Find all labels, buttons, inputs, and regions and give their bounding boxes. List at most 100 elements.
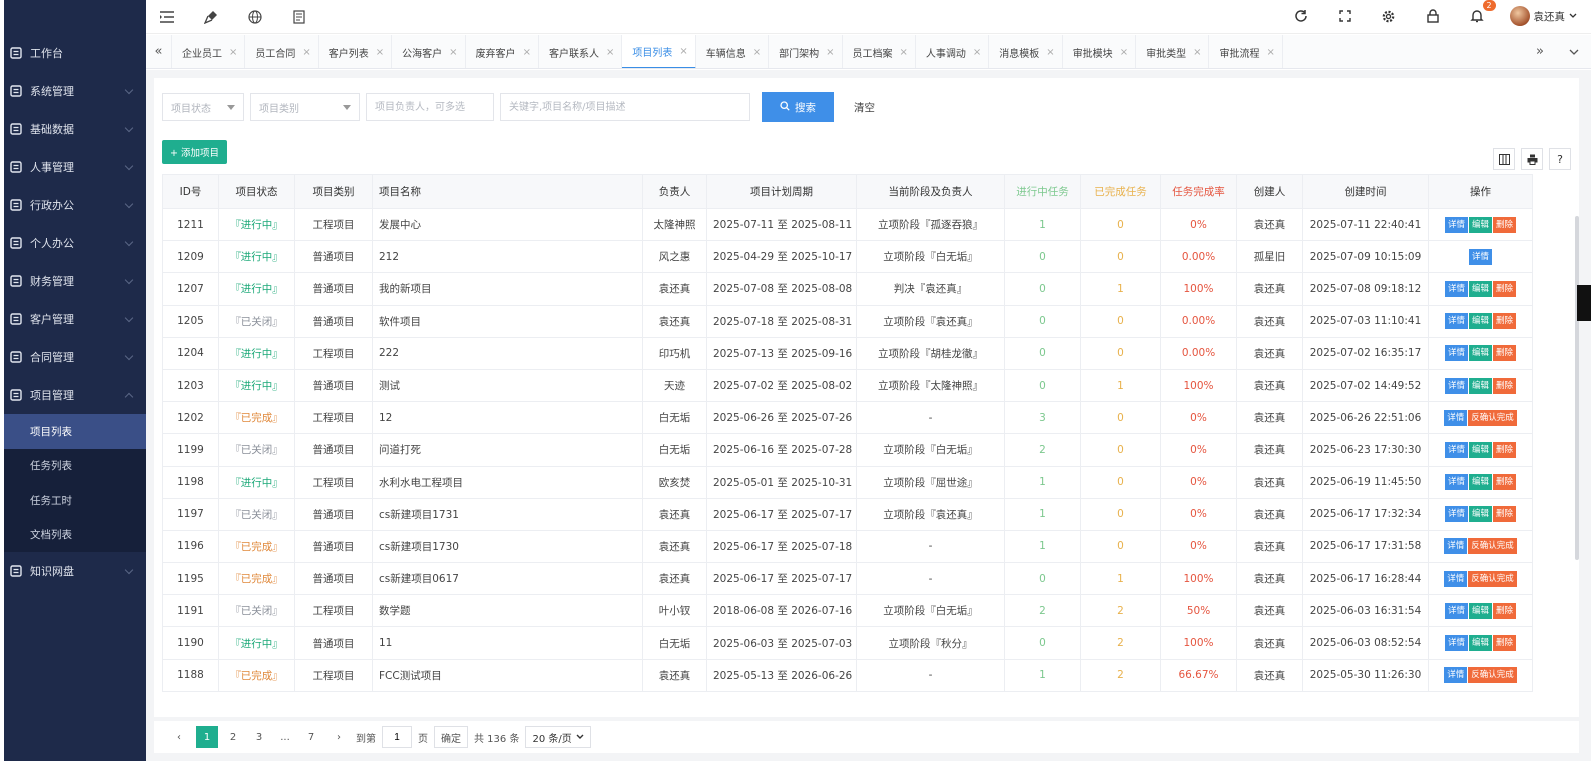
close-icon[interactable]: × — [376, 47, 384, 58]
table-header-cell[interactable]: 创建人 — [1236, 174, 1303, 209]
table-header-cell[interactable]: 项目类别 — [294, 174, 373, 209]
table-header-cell[interactable]: 项目计划周期 — [706, 174, 857, 209]
detail-button[interactable]: 详情 — [1444, 538, 1468, 555]
close-icon[interactable]: × — [826, 47, 834, 58]
goto-page-input[interactable] — [382, 726, 412, 748]
detail-button[interactable]: 详情 — [1444, 474, 1468, 491]
sidebar-item-5[interactable]: 个人办公 — [4, 224, 146, 262]
detail-button[interactable]: 详情 — [1444, 667, 1468, 684]
edit-button[interactable]: 编辑 — [1468, 280, 1492, 297]
lock-icon[interactable] — [1422, 5, 1444, 27]
table-header-cell[interactable]: 项目名称 — [372, 174, 643, 209]
columns-icon[interactable] — [1493, 148, 1515, 170]
edit-button[interactable]: 编辑 — [1468, 216, 1492, 233]
table-header-cell[interactable]: 操作 — [1428, 174, 1533, 209]
gear-icon[interactable] — [1378, 5, 1400, 27]
search-button[interactable]: 搜索 — [762, 92, 834, 122]
edit-button[interactable]: 编辑 — [1468, 345, 1492, 362]
goto-confirm-button[interactable]: 确定 — [434, 726, 468, 748]
detail-button[interactable]: 详情 — [1444, 345, 1468, 362]
close-icon[interactable]: × — [449, 47, 457, 58]
sidebar-item-3[interactable]: 人事管理 — [4, 148, 146, 186]
page-number[interactable]: 1 — [196, 726, 218, 748]
close-icon[interactable]: × — [523, 47, 531, 58]
table-scrollbar[interactable] — [1575, 216, 1579, 560]
close-icon[interactable]: × — [973, 47, 981, 58]
edit-button[interactable]: 编辑 — [1468, 474, 1492, 491]
sidebar-item-9[interactable]: 项目管理 — [4, 376, 146, 414]
close-icon[interactable]: × — [900, 47, 908, 58]
tab-5[interactable]: 客户联系人 × — [539, 35, 623, 68]
close-icon[interactable]: × — [1193, 47, 1201, 58]
close-icon[interactable]: × — [302, 47, 310, 58]
tab-0[interactable]: 企业员工 × — [172, 35, 246, 68]
sidebar-item-0[interactable]: 工作台 — [4, 34, 146, 72]
table-header-cell[interactable]: 任务完成率 — [1160, 174, 1237, 209]
detail-button[interactable]: 详情 — [1444, 441, 1468, 458]
tab-14[interactable]: 审批流程 × — [1209, 35, 1283, 68]
keyword-input[interactable] — [500, 93, 750, 121]
detail-button[interactable]: 详情 — [1444, 216, 1468, 233]
tabs-scroll-left-icon[interactable]: « — [146, 35, 172, 68]
tabs-scroll-right-icon[interactable]: » — [1523, 35, 1557, 69]
edit-button[interactable]: 编辑 — [1468, 441, 1492, 458]
sidebar-item-7[interactable]: 客户管理 — [4, 300, 146, 338]
user-menu[interactable]: 袁还真 — [1509, 6, 1578, 26]
close-icon[interactable]: × — [1266, 47, 1274, 58]
table-header-cell[interactable]: 进行中任务 — [1004, 174, 1081, 209]
detail-button[interactable]: 详情 — [1444, 280, 1468, 297]
unconfirm-complete-button[interactable]: 反确认完成 — [1468, 570, 1517, 587]
tab-7[interactable]: 车辆信息 × — [696, 35, 770, 68]
tab-11[interactable]: 消息模板 × — [989, 35, 1063, 68]
delete-button[interactable]: 删除 — [1493, 602, 1517, 619]
edit-button[interactable]: 编辑 — [1468, 377, 1492, 394]
sidebar-item-8[interactable]: 合同管理 — [4, 338, 146, 376]
print-icon[interactable] — [1521, 148, 1543, 170]
detail-button[interactable]: 详情 — [1444, 506, 1468, 523]
document-icon[interactable] — [288, 6, 310, 28]
fullscreen-icon[interactable] — [1334, 5, 1356, 27]
delete-button[interactable]: 删除 — [1493, 345, 1517, 362]
sidebar-item-2[interactable]: 基础数据 — [4, 110, 146, 148]
close-icon[interactable]: × — [1120, 47, 1128, 58]
close-icon[interactable]: × — [679, 46, 687, 57]
delete-button[interactable]: 删除 — [1493, 377, 1517, 394]
delete-button[interactable]: 删除 — [1493, 635, 1517, 652]
sidebar-item-6[interactable]: 财务管理 — [4, 262, 146, 300]
tab-2[interactable]: 客户列表 × — [319, 35, 393, 68]
detail-button[interactable]: 详情 — [1444, 313, 1468, 330]
table-header-cell[interactable]: 已完成任务 — [1080, 174, 1161, 209]
tab-10[interactable]: 人事调动 × — [916, 35, 990, 68]
unconfirm-complete-button[interactable]: 反确认完成 — [1468, 667, 1517, 684]
help-icon[interactable]: ? — [1549, 148, 1571, 170]
tabs-dropdown-icon[interactable] — [1557, 35, 1591, 69]
add-project-button[interactable]: + 添加项目 — [162, 140, 227, 164]
sidebar-item-1[interactable]: 系统管理 — [4, 72, 146, 110]
tab-8[interactable]: 部门架构 × — [769, 35, 843, 68]
next-page-icon[interactable]: › — [328, 726, 350, 748]
table-header-cell[interactable]: 负责人 — [642, 174, 707, 209]
tab-12[interactable]: 审批模块 × — [1063, 35, 1137, 68]
sidebar-subitem-3[interactable]: 文档列表 — [4, 518, 146, 553]
page-number[interactable]: 2 — [222, 726, 244, 748]
delete-button[interactable]: 删除 — [1493, 441, 1517, 458]
sidebar-item-disk[interactable]: 知识网盘 — [4, 552, 146, 590]
sidebar-item-4[interactable]: 行政办公 — [4, 186, 146, 224]
tab-9[interactable]: 员工档案 × — [843, 35, 916, 68]
edit-button[interactable]: 编辑 — [1468, 313, 1492, 330]
sidebar-subitem-1[interactable]: 任务列表 — [4, 449, 146, 484]
close-icon[interactable]: × — [606, 47, 614, 58]
detail-button[interactable]: 详情 — [1444, 602, 1468, 619]
clear-button[interactable]: 清空 — [854, 100, 875, 115]
prev-page-icon[interactable]: ‹ — [168, 726, 190, 748]
page-number[interactable]: 7 — [300, 726, 322, 748]
sidebar-subitem-2[interactable]: 任务工时 — [4, 483, 146, 518]
detail-button[interactable]: 详情 — [1444, 409, 1468, 426]
detail-button[interactable]: 详情 — [1444, 570, 1468, 587]
tab-3[interactable]: 公海客户 × — [392, 35, 466, 68]
tab-13[interactable]: 审批类型 × — [1136, 35, 1210, 68]
table-header-cell[interactable]: 当前阶段及负责人 — [856, 174, 1005, 209]
delete-button[interactable]: 删除 — [1493, 280, 1517, 297]
detail-button[interactable]: 详情 — [1444, 377, 1468, 394]
table-header-cell[interactable]: 项目状态 — [218, 174, 295, 209]
